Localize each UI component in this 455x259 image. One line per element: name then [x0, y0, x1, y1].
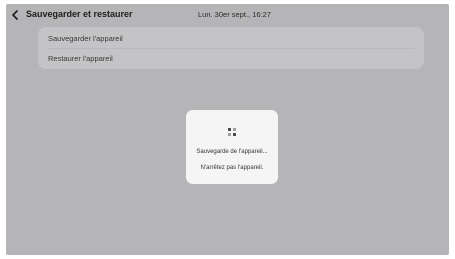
device-screen: Sauvegarder et restaurer Lun. 30er sept.… — [6, 4, 449, 255]
restore-device-item[interactable]: Restaurer l'appareil — [48, 54, 113, 63]
date-time-display: Lun. 30er sept., 16:27 — [198, 10, 271, 19]
backup-device-item[interactable]: Sauvegarder l'appareil — [48, 34, 123, 43]
backup-progress-icon — [227, 127, 237, 137]
backup-options-card: Sauvegarder l'appareil Restaurer l'appar… — [38, 27, 424, 69]
header-bar: Sauvegarder et restaurer Lun. 30er sept.… — [6, 4, 449, 26]
chevron-left-icon — [12, 10, 18, 20]
divider — [48, 48, 414, 49]
page-title: Sauvegarder et restaurer — [26, 9, 133, 19]
backup-status-message: Sauvegarde de l'appareil... — [196, 149, 268, 155]
back-button[interactable] — [8, 7, 22, 23]
do-not-turn-off-warning: N'arrêtez pas l'appareil. — [200, 165, 264, 171]
backup-progress-dialog: Sauvegarde de l'appareil... N'arrêtez pa… — [186, 110, 278, 184]
